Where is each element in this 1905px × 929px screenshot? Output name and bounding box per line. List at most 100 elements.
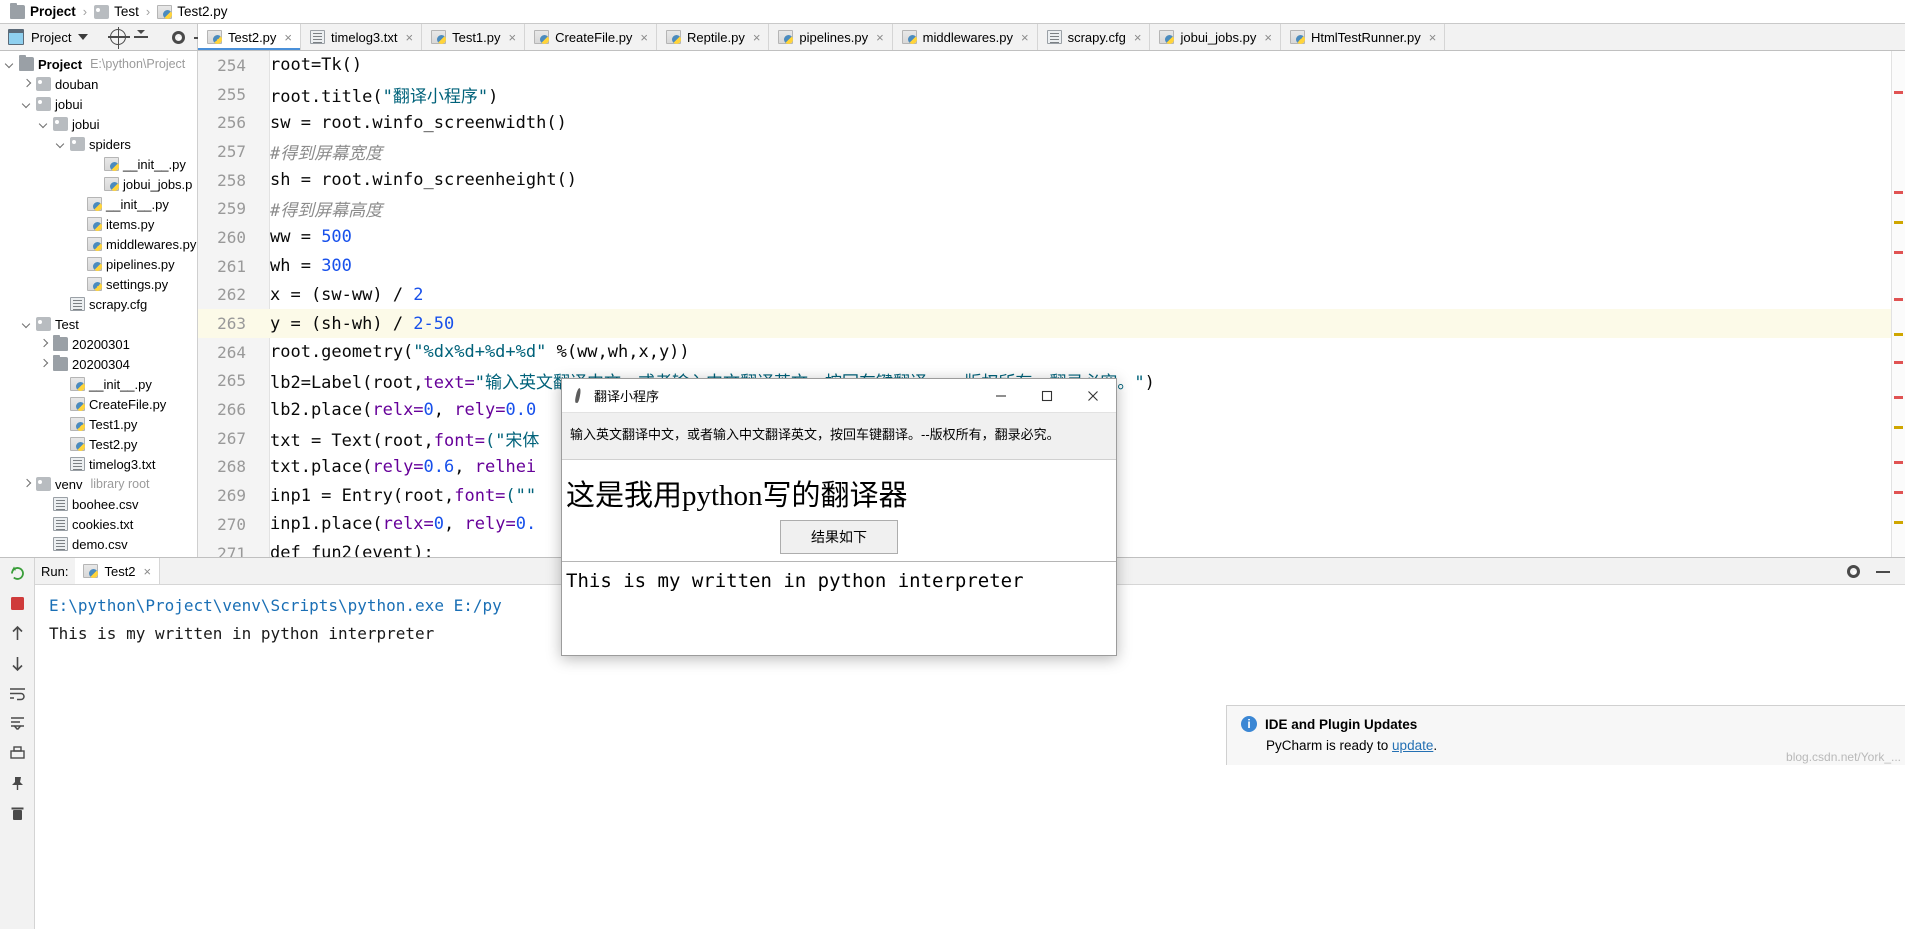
rerun-icon[interactable] bbox=[8, 564, 27, 583]
close-icon[interactable]: × bbox=[284, 30, 292, 45]
tree-item-createfile-py[interactable]: CreateFile.py bbox=[0, 394, 197, 414]
project-tree[interactable]: ProjectE:\python\Projectdoubanjobuijobui… bbox=[0, 51, 198, 557]
code-line[interactable]: 260ww = 500 bbox=[198, 223, 1905, 252]
gear-icon[interactable] bbox=[172, 31, 185, 44]
minimize-icon[interactable] bbox=[1875, 563, 1891, 579]
trash-icon[interactable] bbox=[8, 804, 27, 823]
breadcrumb-label: Test2.py bbox=[177, 4, 227, 19]
editor-tab-test1-py[interactable]: Test1.py× bbox=[422, 24, 525, 50]
chevron-down-icon[interactable] bbox=[4, 59, 15, 70]
soft-wrap-icon[interactable] bbox=[8, 684, 27, 703]
code-line[interactable]: 263y = (sh-wh) / 2-50 bbox=[198, 309, 1905, 338]
breadcrumb-item-test[interactable]: Test bbox=[92, 4, 141, 19]
tree-item-boohee-csv[interactable]: boohee.csv bbox=[0, 494, 197, 514]
close-icon[interactable]: × bbox=[144, 564, 152, 579]
tree-item-timelog3-txt[interactable]: timelog3.txt bbox=[0, 454, 197, 474]
code-line[interactable]: 258sh = root.winfo_screenheight() bbox=[198, 166, 1905, 195]
close-icon[interactable]: × bbox=[876, 30, 884, 45]
editor-tab-scrapy-cfg[interactable]: scrapy.cfg× bbox=[1038, 24, 1151, 50]
editor-tab-reptile-py[interactable]: Reptile.py× bbox=[657, 24, 769, 50]
close-icon[interactable]: × bbox=[753, 30, 761, 45]
chevron-down-icon[interactable] bbox=[38, 119, 49, 130]
chevron-right-icon[interactable] bbox=[21, 479, 32, 490]
minimize-button[interactable] bbox=[978, 379, 1024, 412]
maximize-button[interactable] bbox=[1024, 379, 1070, 412]
close-icon[interactable]: × bbox=[1264, 30, 1272, 45]
tree-item-project[interactable]: ProjectE:\python\Project bbox=[0, 54, 197, 74]
print-icon[interactable] bbox=[8, 744, 27, 763]
tree-item-pipelines-py[interactable]: pipelines.py bbox=[0, 254, 197, 274]
tree-item-items-py[interactable]: items.py bbox=[0, 214, 197, 234]
code-line[interactable]: 255root.title("翻译小程序") bbox=[198, 80, 1905, 109]
tree-item-settings-py[interactable]: settings.py bbox=[0, 274, 197, 294]
editor-tab-createfile-py[interactable]: CreateFile.py× bbox=[525, 24, 657, 50]
tree-item-__init__-py[interactable]: __init__.py bbox=[0, 154, 197, 174]
locate-icon[interactable] bbox=[110, 29, 126, 45]
tree-item-cookies-txt[interactable]: cookies.txt bbox=[0, 514, 197, 534]
tree-item-test1-py[interactable]: Test1.py bbox=[0, 414, 197, 434]
scroll-to-end-icon[interactable] bbox=[8, 714, 27, 733]
tkinter-input-entry[interactable]: 这是我用python写的翻译器 bbox=[562, 460, 1116, 514]
run-config-tab[interactable]: Test2 × bbox=[75, 558, 160, 584]
tree-item-jobui[interactable]: jobui bbox=[0, 114, 197, 134]
stop-icon[interactable] bbox=[8, 594, 27, 613]
code-line[interactable]: 254root=Tk() bbox=[198, 51, 1905, 80]
close-icon[interactable]: × bbox=[509, 30, 517, 45]
editor-tab-htmltestrunner-py[interactable]: HtmlTestRunner.py× bbox=[1281, 24, 1445, 50]
gear-icon[interactable] bbox=[1847, 565, 1860, 578]
code-line[interactable]: 262x = (sw-ww) / 2 bbox=[198, 281, 1905, 310]
chevron-down-icon[interactable] bbox=[21, 99, 32, 110]
tree-item-__init__-py[interactable]: __init__.py bbox=[0, 194, 197, 214]
editor-tab-timelog3-txt[interactable]: timelog3.txt× bbox=[301, 24, 422, 50]
tkinter-title-bar[interactable]: 翻译小程序 bbox=[562, 379, 1116, 413]
tree-item-middlewares-py[interactable]: middlewares.py bbox=[0, 234, 197, 254]
close-icon[interactable]: × bbox=[1021, 30, 1029, 45]
close-button[interactable] bbox=[1070, 379, 1116, 412]
breadcrumb-item-project[interactable]: Project bbox=[8, 4, 78, 19]
update-link[interactable]: update bbox=[1392, 738, 1433, 753]
tree-item-test[interactable]: Test bbox=[0, 314, 197, 334]
up-arrow-icon[interactable] bbox=[8, 624, 27, 643]
tkinter-window[interactable]: 翻译小程序 输入英文翻译中文，或者输入中文翻译英文，按回车键翻译。--版权所有，… bbox=[561, 378, 1117, 656]
editor-tab-middlewares-py[interactable]: middlewares.py× bbox=[893, 24, 1038, 50]
project-window-icon[interactable] bbox=[8, 29, 24, 45]
tree-item-douban[interactable]: douban bbox=[0, 74, 197, 94]
code-line[interactable]: 257#得到屏幕宽度 bbox=[198, 137, 1905, 166]
notification-balloon[interactable]: i IDE and Plugin Updates PyCharm is read… bbox=[1226, 705, 1905, 765]
close-icon[interactable]: × bbox=[406, 30, 414, 45]
tree-item-venv[interactable]: venvlibrary root bbox=[0, 474, 197, 494]
code-line[interactable]: 261wh = 300 bbox=[198, 252, 1905, 281]
tree-item-20200301[interactable]: 20200301 bbox=[0, 334, 197, 354]
chevron-down-icon[interactable] bbox=[55, 139, 66, 150]
tree-item-jobui_jobs-p[interactable]: jobui_jobs.p bbox=[0, 174, 197, 194]
code-line[interactable]: 264root.geometry("%dx%d+%d+%d" %(ww,wh,x… bbox=[198, 338, 1905, 367]
breadcrumb-item-file[interactable]: Test2.py bbox=[155, 4, 229, 19]
tkinter-output-text[interactable]: This is my written in python interpreter bbox=[562, 561, 1116, 655]
tree-item-spiders[interactable]: spiders bbox=[0, 134, 197, 154]
editor-tab-pipelines-py[interactable]: pipelines.py× bbox=[769, 24, 892, 50]
tree-item-jobui[interactable]: jobui bbox=[0, 94, 197, 114]
chevron-down-icon[interactable] bbox=[78, 34, 88, 40]
tree-item-demo-csv[interactable]: demo.csv bbox=[0, 534, 197, 554]
chevron-right-icon[interactable] bbox=[38, 359, 49, 370]
editor-tab-jobui_jobs-py[interactable]: jobui_jobs.py× bbox=[1150, 24, 1280, 50]
chevron-right-icon[interactable] bbox=[21, 79, 32, 90]
close-icon[interactable]: × bbox=[640, 30, 648, 45]
close-icon[interactable]: × bbox=[1429, 30, 1437, 45]
tree-item-20200304[interactable]: 20200304 bbox=[0, 354, 197, 374]
pin-icon[interactable] bbox=[8, 774, 27, 793]
tree-item-test2-py[interactable]: Test2.py bbox=[0, 434, 197, 454]
tree-item-__init__-py[interactable]: __init__.py bbox=[0, 374, 197, 394]
tree-item-scrapy-cfg[interactable]: scrapy.cfg bbox=[0, 294, 197, 314]
down-arrow-icon[interactable] bbox=[8, 654, 27, 673]
collapse-all-icon[interactable] bbox=[133, 29, 149, 45]
code-token: 0 bbox=[424, 400, 434, 420]
chevron-down-icon[interactable] bbox=[21, 319, 32, 330]
editor-tab-test2-py[interactable]: Test2.py× bbox=[198, 24, 301, 50]
close-icon[interactable]: × bbox=[1134, 30, 1142, 45]
chevron-right-icon[interactable] bbox=[38, 339, 49, 350]
code-line[interactable]: 259#得到屏幕高度 bbox=[198, 194, 1905, 223]
error-stripe[interactable] bbox=[1891, 51, 1905, 557]
code-line[interactable]: 256sw = root.winfo_screenwidth() bbox=[198, 108, 1905, 137]
tkinter-result-button[interactable]: 结果如下 bbox=[780, 520, 898, 554]
